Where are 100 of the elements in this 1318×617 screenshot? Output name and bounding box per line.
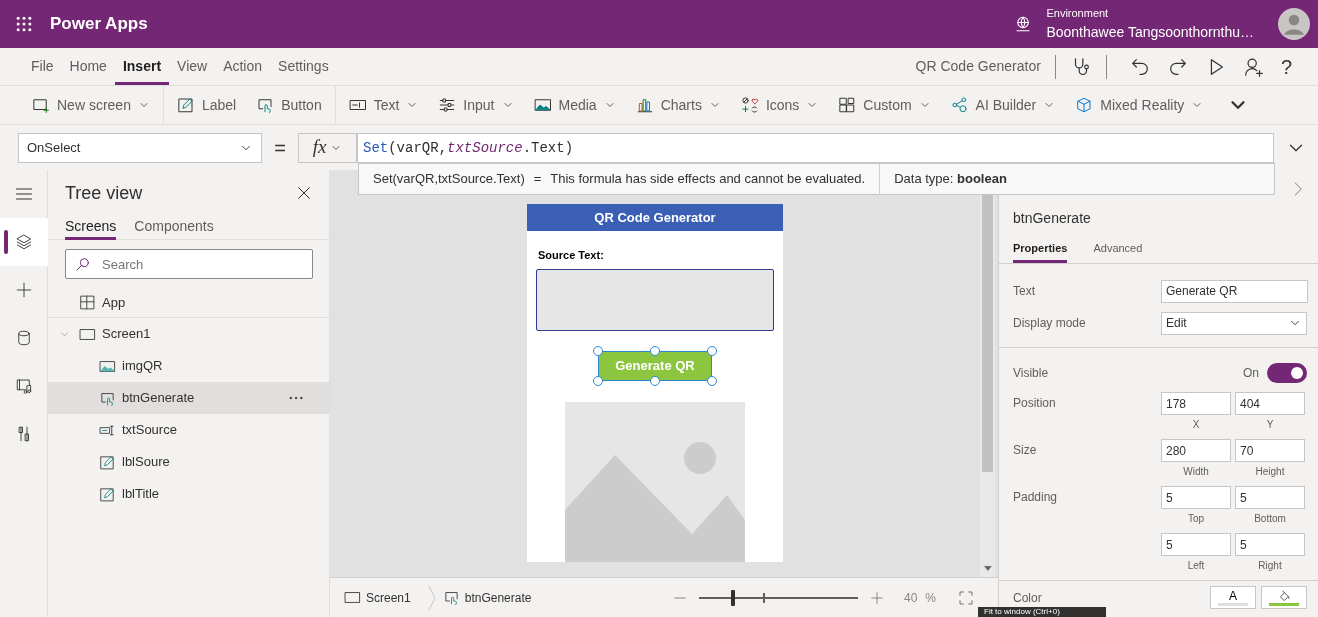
fill-color-button[interactable] — [1261, 586, 1307, 609]
app-name: QR Code Generator — [915, 57, 1041, 76]
function-button[interactable]: fx — [298, 132, 357, 163]
property-label: Position — [1013, 395, 1057, 412]
text-field[interactable]: Generate QR — [1161, 279, 1308, 303]
display-mode-dropdown[interactable]: Edit — [1161, 311, 1307, 335]
resize-handle[interactable] — [707, 376, 717, 386]
button-icon — [256, 96, 275, 114]
fit-tooltip: Fit to window (Ctrl+0) — [978, 607, 1106, 617]
panel-tab[interactable]: Screens — [65, 216, 117, 240]
pencil-icon — [99, 453, 116, 471]
ribbon-button[interactable]: Label — [201, 94, 237, 116]
menu-tab[interactable]: Settings — [270, 48, 337, 85]
field-caption: Height — [1254, 465, 1286, 479]
close-icon[interactable] — [296, 185, 312, 201]
plus-icon[interactable] — [14, 281, 33, 299]
font-color-button[interactable]: A — [1210, 586, 1256, 609]
help-button[interactable]: ? — [1280, 51, 1292, 82]
search-icon — [75, 256, 91, 272]
resize-handle[interactable] — [593, 376, 603, 386]
menu-tab[interactable]: File — [23, 48, 62, 85]
ribbon-button[interactable]: AI Builder — [975, 94, 1037, 116]
menu-tab[interactable]: View — [169, 48, 216, 85]
app-icon — [79, 294, 96, 311]
menu-tab[interactable]: Action — [215, 48, 271, 85]
resize-handle[interactable] — [593, 346, 603, 356]
ribbon-button[interactable]: New screen — [57, 94, 131, 116]
environment-name[interactable]: Boonthawee Tangsoonthornthu… — [1046, 21, 1254, 43]
panel-tab[interactable]: Properties — [1013, 240, 1068, 263]
environment-label: Environment — [1046, 6, 1110, 22]
connected-nodes-icon — [950, 96, 969, 114]
number-field[interactable]: 5 — [1161, 486, 1231, 509]
ribbon-button[interactable]: Media — [558, 94, 597, 116]
tree-item[interactable]: btnGenerate — [122, 388, 195, 408]
tree-item[interactable]: imgQR — [122, 356, 163, 376]
number-field[interactable]: 5 — [1161, 533, 1231, 556]
ribbon-button[interactable]: Icons — [765, 94, 800, 116]
toggle-state: On — [1243, 365, 1259, 382]
field-caption: X — [1191, 418, 1201, 432]
property-label: Text — [1013, 283, 1036, 300]
number-field[interactable]: 70 — [1235, 439, 1305, 462]
pencil-icon — [176, 96, 195, 114]
ribbon-button[interactable]: Input — [463, 94, 495, 116]
equals-sign: = — [533, 170, 542, 189]
evaluation-message: This formula has side effects and cannot be evaluated. — [550, 170, 866, 189]
screen-icon — [344, 589, 361, 606]
equals-sign: = — [273, 135, 287, 161]
formula-field[interactable]: Set(varQR,txtSource.Text) — [357, 132, 1274, 163]
icon-set-icon — [740, 96, 759, 114]
formula-expression: Set(varQR,txtSource.Text) — [373, 170, 525, 189]
tree-item[interactable]: lblTitle — [122, 484, 160, 504]
resize-handle[interactable] — [707, 346, 717, 356]
number-field[interactable]: 280 — [1161, 439, 1231, 462]
ribbon-button[interactable]: Text — [373, 94, 400, 116]
breadcrumb-item[interactable]: btnGenerate — [464, 588, 532, 607]
control-name: btnGenerate — [1012, 209, 1092, 228]
ribbon-button[interactable]: Charts — [660, 94, 702, 116]
percent-sign: % — [925, 589, 936, 607]
field-caption: Bottom — [1253, 512, 1287, 526]
resize-handle[interactable] — [650, 346, 660, 356]
cube-icon — [1075, 96, 1094, 114]
pencil-icon — [99, 485, 116, 503]
tree-item[interactable]: lblSoure — [122, 452, 170, 472]
resize-handle[interactable] — [650, 376, 660, 386]
app-launcher-icon[interactable] — [14, 14, 34, 34]
field-caption: Width — [1182, 465, 1210, 479]
media-icon[interactable] — [14, 377, 33, 395]
menu-tab[interactable]: Home — [61, 48, 115, 85]
panel-tab[interactable]: Advanced — [1093, 240, 1143, 263]
tree-item[interactable]: App — [102, 292, 126, 313]
breadcrumb-item[interactable]: Screen1 — [366, 588, 411, 607]
layers-icon[interactable] — [14, 233, 33, 251]
panel-title: Tree view — [65, 181, 143, 205]
fit-to-window-icon[interactable] — [958, 589, 974, 606]
avatar-icon[interactable] — [1278, 8, 1310, 40]
number-field[interactable]: 5 — [1235, 486, 1305, 509]
number-field[interactable]: 178 — [1161, 392, 1231, 415]
new-screen-icon — [32, 96, 50, 114]
ribbon-button[interactable]: Mixed Reality — [1100, 94, 1185, 116]
tree-item[interactable]: Screen1 — [102, 324, 151, 344]
image-icon — [533, 96, 552, 114]
environment-icon[interactable] — [1014, 15, 1033, 33]
panel-tab[interactable]: Components — [134, 216, 214, 240]
tree-item[interactable]: txtSource — [122, 420, 177, 440]
sliders-icon — [438, 96, 457, 114]
property-dropdown[interactable]: OnSelect — [18, 132, 262, 163]
ribbon-button[interactable]: Custom — [863, 94, 912, 116]
search-field[interactable]: Search — [65, 249, 313, 279]
text-input-field[interactable] — [536, 269, 774, 331]
slider-thumb[interactable] — [730, 589, 735, 606]
field-caption: Left — [1186, 559, 1206, 573]
field-caption: Top — [1186, 512, 1206, 526]
number-field[interactable]: 5 — [1235, 533, 1305, 556]
number-field[interactable]: 404 — [1235, 392, 1305, 415]
app-header: QR Code Generator — [527, 204, 783, 231]
toggle-switch[interactable] — [1267, 363, 1307, 383]
ribbon-button[interactable]: Button — [281, 94, 322, 116]
scroll-down-icon[interactable] — [982, 563, 993, 573]
field-label: Source Text: — [538, 247, 604, 263]
component-icon — [838, 96, 857, 114]
